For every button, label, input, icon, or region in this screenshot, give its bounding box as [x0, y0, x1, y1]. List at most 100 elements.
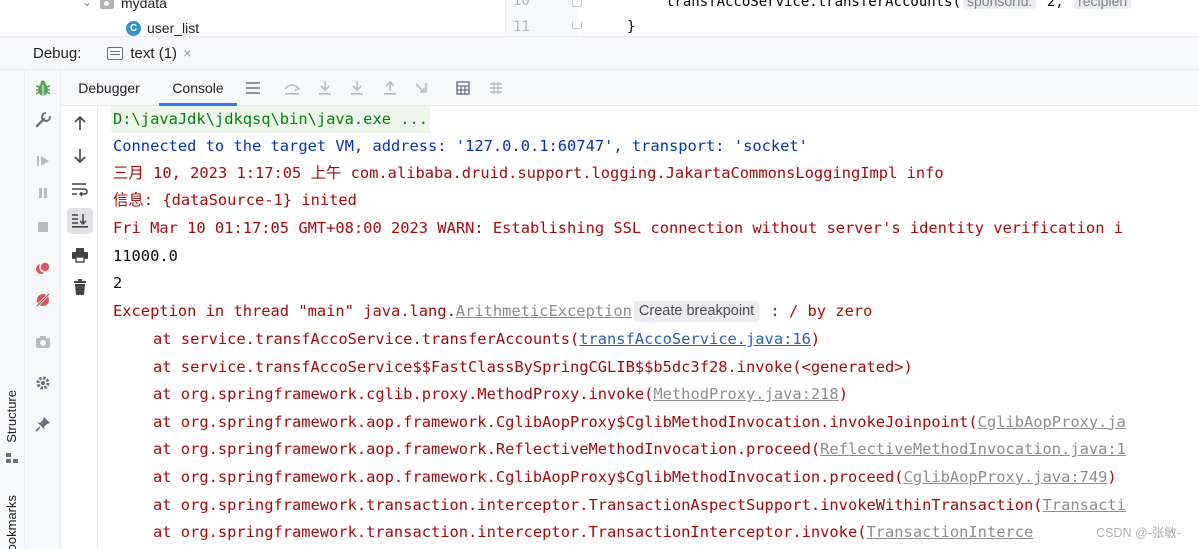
stack-frame-line: at org.springframework.transaction.inter… — [113, 519, 1033, 546]
step-into-icon[interactable] — [345, 76, 369, 100]
structure-tool-button[interactable]: Structure — [4, 390, 19, 443]
stack-frame-end: ) — [810, 330, 821, 348]
chevron-down-icon[interactable]: ⌄ — [80, 0, 94, 10]
exception-line: Exception in thread "main" java.lang.Ari… — [113, 298, 872, 325]
console-tab-icon — [107, 46, 124, 60]
debug-bug-icon[interactable] — [31, 76, 55, 100]
stack-frame-line: at org.springframework.cglib.proxy.Metho… — [113, 381, 848, 408]
parameter-hint: recipien — [1074, 0, 1132, 9]
soft-wrap-icon[interactable] — [67, 176, 93, 202]
step-over-icon[interactable] — [313, 76, 337, 100]
stack-frame-text: at org.springframework.transaction.inter… — [153, 523, 867, 542]
debug-window-title: Debug: — [33, 44, 82, 62]
arrow-down-icon[interactable] — [67, 143, 93, 169]
console-actions-toolbar — [61, 106, 98, 549]
stack-frame-line: at service.transfAccoService$$FastClassB… — [113, 354, 913, 381]
top-strip: ⌄ mydata C user_list 10 11 transfAccoSer… — [0, 0, 1199, 37]
console-line: 2 — [113, 274, 123, 292]
exception-message: : / by zero — [761, 302, 873, 320]
editor-gutter: 10 11 — [506, 0, 582, 36]
show-execution-point-icon[interactable] — [280, 76, 304, 100]
code-line-10[interactable]: transfAccoService.transferAccounts( spons… — [666, 0, 1133, 10]
console-line: Connected to the target VM, address: '12… — [113, 137, 808, 155]
pin-icon[interactable] — [31, 412, 55, 436]
tab-debugger[interactable]: Debugger — [71, 70, 147, 106]
debugger-tabs-bar: Debugger Console — [61, 70, 1199, 106]
stack-frame-source-link[interactable]: ReflectiveMethodInvocation.java:1 — [820, 440, 1126, 458]
stack-frame-text: at org.springframework.aop.framework.Ref… — [153, 440, 821, 459]
tree-item-mydata[interactable]: ⌄ mydata — [80, 0, 167, 13]
resume-icon[interactable] — [31, 149, 55, 173]
stack-frame-end: ) — [1107, 468, 1117, 486]
arrow-up-icon[interactable] — [67, 110, 93, 136]
run-config-tab[interactable]: text (1) × — [101, 40, 197, 66]
project-tree: ⌄ mydata C user_list — [0, 0, 505, 36]
exception-prefix: Exception in thread "main" java.lang. — [113, 302, 456, 320]
tree-item-user-list[interactable]: C user_list — [126, 18, 200, 36]
stop-icon[interactable] — [31, 215, 55, 239]
tree-item-label: mydata — [121, 0, 167, 11]
console-line: 信息: {dataSource-1} inited — [113, 191, 357, 209]
parameter-hint-name: recipien — [1078, 0, 1128, 9]
code-text: transfAccoService.transferAccounts( — [666, 0, 962, 10]
stack-frame-text: at org.springframework.cglib.proxy.Metho… — [153, 385, 654, 404]
stack-frame-line: at org.springframework.aop.framework.Cgl… — [113, 464, 1117, 491]
console-command-line[interactable]: D:\javaJdk\jdkqsq\bin\java.exe ... — [111, 106, 431, 133]
console-output[interactable]: D:\javaJdk\jdkqsq\bin\java.exe ... Conne… — [98, 106, 1199, 549]
settings-gear-icon[interactable] — [31, 371, 55, 395]
trash-icon[interactable] — [67, 274, 93, 300]
view-breakpoints-icon[interactable] — [31, 256, 55, 280]
stack-frame-source-link[interactable]: transfAccoService.java:16 — [579, 330, 811, 348]
close-icon[interactable]: × — [183, 45, 191, 61]
stack-frame-source-link[interactable]: Transacti — [1043, 496, 1126, 514]
trace-stream-icon[interactable] — [484, 76, 508, 100]
stack-frame-text: at service.transfAccoService$$FastClassB… — [153, 357, 913, 376]
step-out-icon[interactable] — [378, 76, 402, 100]
stack-frame-line: at service.transfAccoService.transferAcc… — [113, 326, 820, 353]
stack-frame-text: at service.transfAccoService.transferAcc… — [153, 330, 580, 348]
bookmarks-tool-button[interactable]: Bookmarks — [4, 495, 19, 549]
stack-frame-text: at org.springframework.transaction.inter… — [153, 495, 1043, 514]
watermark: CSDN @-张敏- — [1096, 526, 1181, 540]
wrench-icon[interactable] — [31, 108, 55, 132]
stack-frame-source-link[interactable]: CglibAopProxy.java:749 — [904, 468, 1108, 486]
code-text: 2, — [1038, 0, 1073, 10]
print-icon[interactable] — [67, 242, 93, 268]
stack-frame-source-link[interactable]: TransactionInterce — [866, 523, 1033, 541]
stack-frame-source-link[interactable]: CglibAopProxy.ja — [978, 413, 1126, 431]
stack-frame-line: at org.springframework.aop.framework.Cgl… — [113, 409, 1126, 436]
stack-frame-source-link[interactable]: MethodProxy.java:218 — [653, 385, 838, 403]
editor-pane[interactable]: 10 11 transfAccoService.transferAccounts… — [505, 0, 1199, 36]
left-tool-strip: Structure Bookmarks — [0, 70, 25, 549]
package-folder-icon — [100, 0, 114, 9]
tab-console[interactable]: Console — [159, 70, 237, 106]
mute-breakpoints-icon[interactable] — [31, 288, 55, 312]
stack-frame-line: at org.springframework.aop.framework.Ref… — [113, 436, 1126, 463]
exception-class-link[interactable]: ArithmeticException — [456, 302, 632, 320]
console-line: 三月 10, 2023 1:17:05 上午 com.alibaba.druid… — [113, 164, 944, 182]
stack-frame-text: at org.springframework.aop.framework.Cgl… — [153, 468, 904, 486]
run-tab-label: text (1) — [130, 44, 178, 62]
parameter-hint-name: sponsorId: — [967, 0, 1033, 9]
stack-frame-line: at org.springframework.transaction.inter… — [113, 492, 1126, 519]
hamburger-menu-icon[interactable] — [241, 76, 265, 100]
line-number: 11 — [513, 19, 530, 35]
fold-icon[interactable] — [572, 0, 582, 7]
debug-tool-window-header: Debug: text (1) × — [0, 37, 1199, 70]
stack-frame-text: at org.springframework.aop.framework.Cgl… — [153, 412, 978, 431]
stack-frame-end: ) — [838, 385, 848, 404]
fold-icon[interactable] — [572, 21, 582, 29]
run-to-cursor-icon[interactable] — [411, 76, 435, 100]
evaluate-expression-icon[interactable] — [451, 76, 475, 100]
pause-icon[interactable] — [31, 181, 55, 205]
parameter-hint: sponsorId: — [963, 0, 1037, 9]
tree-item-label: user_list — [147, 20, 200, 36]
structure-icon — [6, 453, 18, 463]
class-icon: C — [126, 20, 141, 36]
create-breakpoint-button[interactable]: Create breakpoint — [633, 301, 760, 322]
line-number: 10 — [513, 0, 530, 9]
camera-icon[interactable] — [31, 330, 55, 354]
scroll-to-end-icon[interactable] — [67, 208, 93, 234]
code-line-11[interactable]: } — [627, 19, 635, 35]
console-line: Fri Mar 10 01:17:05 GMT+08:00 2023 WARN:… — [113, 219, 1123, 237]
